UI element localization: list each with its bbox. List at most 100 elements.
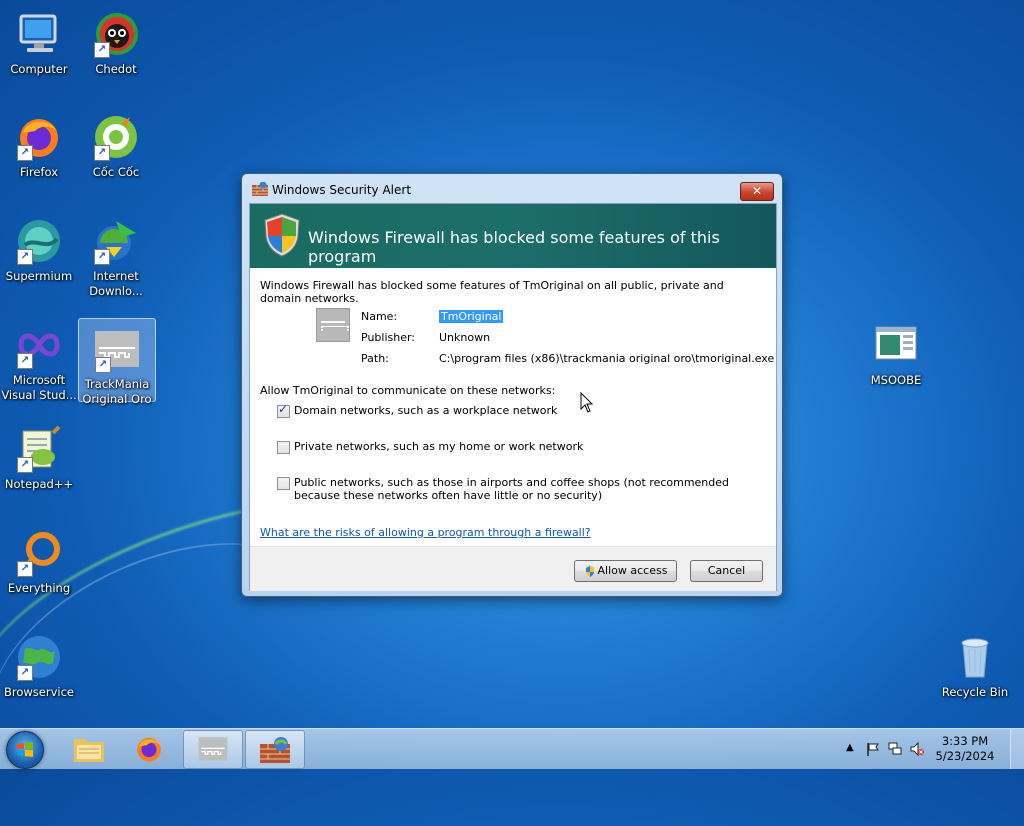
trackmania-icon: ↗ <box>93 325 141 373</box>
checkbox-label: Domain networks, such as a workplace net… <box>294 404 558 417</box>
intro-text: Windows Firewall has blocked some featur… <box>260 279 724 305</box>
coccoc-icon: ↗ <box>92 113 140 161</box>
firewall-icon <box>260 737 290 763</box>
networks-section-label: Allow TmOriginal to communicate on these… <box>260 384 556 397</box>
shortcut-arrow-icon: ↗ <box>17 457 33 473</box>
desktop-icon-everything[interactable]: ↗ Everything <box>1 523 77 596</box>
desktop-icon-browservice[interactable]: ↗ Browservice <box>1 627 77 700</box>
name-value-text[interactable]: TmOriginal <box>439 310 504 323</box>
dialog-title: Windows Security Alert <box>272 183 412 197</box>
computer-icon <box>15 10 63 58</box>
desktop-icon-label: Internet Downlo... <box>89 269 143 298</box>
clock[interactable]: 3:33 PM 5/23/2024 <box>930 734 1000 764</box>
msoobe-window-icon <box>872 321 920 369</box>
desktop-icon-trackmania[interactable]: ↗ TrackMania Original Oro <box>78 318 156 406</box>
allow-access-label: Allow access <box>597 564 668 577</box>
close-button[interactable]: ✕ <box>740 182 774 201</box>
action-center-flag-icon[interactable] <box>866 742 880 756</box>
show-desktop-button[interactable] <box>1010 729 1024 769</box>
desktop-icon-msoobe[interactable]: MSOOBE <box>858 315 934 388</box>
checkbox-label: Private networks, such as my home or wor… <box>294 440 584 453</box>
desktop-icon-label: Computer <box>10 62 68 76</box>
desktop-icon-visual-studio[interactable]: ↗ Microsoft Visual Stud... <box>1 315 77 403</box>
firewall-risks-link[interactable]: What are the risks of allowing a program… <box>260 526 591 539</box>
desktop-icon-label: Recycle Bin <box>941 685 1009 699</box>
desktop-icon-label: Microsoft Visual Stud... <box>1 373 77 402</box>
path-value[interactable]: C:\program files (x86)\trackmania origin… <box>439 352 774 365</box>
name-label: Name: <box>361 310 398 323</box>
everything-search-icon: ↗ <box>15 529 63 577</box>
visual-studio-icon: ↗ <box>15 321 63 369</box>
desktop-icon-label: Firefox <box>19 165 59 179</box>
taskbar-file-explorer[interactable] <box>60 730 118 767</box>
checkbox-private-networks[interactable]: Private networks, such as my home or wor… <box>277 440 583 454</box>
desktop-icon-label: Notepad++ <box>4 477 74 491</box>
globe-icon: ↗ <box>15 633 63 681</box>
shortcut-arrow-icon: ↗ <box>94 249 110 265</box>
internet-download-manager-icon: ↗ <box>92 217 140 265</box>
uac-shield-icon <box>584 564 596 578</box>
alert-banner: Windows Firewall has blocked some featur… <box>250 204 776 268</box>
desktop-icon-label: Everything <box>7 581 71 595</box>
name-value[interactable]: TmOriginal <box>439 310 504 323</box>
dialog-footer: Allow access Cancel <box>250 546 776 591</box>
publisher-value[interactable]: Unknown <box>439 331 490 344</box>
shortcut-arrow-icon: ↗ <box>94 42 110 58</box>
checkbox-label: Public networks, such as those in airpor… <box>294 476 730 489</box>
desktop-icon-supermium[interactable]: ↗ Supermium <box>1 211 77 284</box>
firewall-icon <box>252 181 268 196</box>
checkbox-domain-networks[interactable]: Domain networks, such as a workplace net… <box>277 403 558 418</box>
checkbox[interactable] <box>277 477 290 490</box>
allow-access-button[interactable]: Allow access <box>574 560 677 582</box>
desktop-icon-chedot[interactable]: ↗ Chedot <box>78 4 154 77</box>
checkbox-label-line2: because these networks often have little… <box>294 489 603 502</box>
clock-date: 5/23/2024 <box>935 749 995 763</box>
folder-icon <box>74 739 104 762</box>
program-icon <box>316 308 350 342</box>
desktop-icon-coccoc[interactable]: ↗ Cốc Cốc <box>78 107 154 180</box>
shortcut-arrow-icon: ↗ <box>17 665 33 681</box>
checkbox-public-networks[interactable]: Public networks, such as those in airpor… <box>277 476 729 502</box>
mouse-cursor-icon <box>580 391 594 414</box>
checkbox[interactable] <box>277 403 290 418</box>
desktop-icon-computer[interactable]: Computer <box>1 4 77 77</box>
windows-logo-icon <box>16 741 34 759</box>
volume-muted-icon[interactable] <box>910 741 924 757</box>
taskbar: ▲ 3:33 PM 5/23/2024 <box>0 728 1024 769</box>
start-button[interactable] <box>6 731 44 769</box>
taskbar-trackmania[interactable] <box>183 730 243 769</box>
trackmania-icon <box>198 737 228 761</box>
notepadpp-icon: ↗ <box>15 425 63 473</box>
clock-time: 3:33 PM <box>941 734 989 748</box>
network-icon[interactable] <box>888 742 902 756</box>
desktop-icon-recycle-bin[interactable]: Recycle Bin <box>937 627 1013 700</box>
shortcut-arrow-icon: ↗ <box>17 561 33 577</box>
shortcut-arrow-icon: ↗ <box>94 145 110 161</box>
windows-security-alert-dialog: Windows Security Alert ✕ Windows Firewal… <box>241 173 783 597</box>
show-hidden-icons-chevron-icon[interactable]: ▲ <box>846 742 860 756</box>
desktop-icon-label: Chedot <box>95 62 137 76</box>
cancel-button[interactable]: Cancel <box>690 560 763 582</box>
taskbar-firefox[interactable] <box>121 730 179 767</box>
system-tray: ▲ 3:33 PM 5/23/2024 <box>844 729 1024 769</box>
desktop-icon-internet-download[interactable]: ↗ Internet Downlo... <box>78 211 154 299</box>
desktop-icon-label: Supermium <box>5 269 73 283</box>
checkbox[interactable] <box>277 441 290 454</box>
path-label: Path: <box>361 352 389 365</box>
desktop-icon-label: Cốc Cốc <box>92 165 140 179</box>
supermium-icon: ↗ <box>15 217 63 265</box>
desktop-icon-firefox[interactable]: ↗ Firefox <box>1 107 77 180</box>
desktop-icon-label: MSOOBE <box>870 373 922 387</box>
security-shield-icon <box>262 212 302 258</box>
dialog-titlebar[interactable]: Windows Security Alert ✕ <box>242 174 782 204</box>
shortcut-arrow-icon: ↗ <box>17 249 33 265</box>
shortcut-arrow-icon: ↗ <box>17 145 33 161</box>
shortcut-arrow-icon: ↗ <box>95 357 111 373</box>
dialog-client-area: Windows Firewall has blocked some featur… <box>249 203 777 591</box>
dialog-body: Windows Firewall has blocked some featur… <box>250 268 776 546</box>
desktop-icon-notepadpp[interactable]: ↗ Notepad++ <box>1 419 77 492</box>
desktop-icon-label: Browservice <box>4 685 74 699</box>
firefox-icon <box>137 737 161 762</box>
taskbar-security-alert[interactable] <box>245 730 305 769</box>
chedot-icon: ↗ <box>92 10 140 58</box>
